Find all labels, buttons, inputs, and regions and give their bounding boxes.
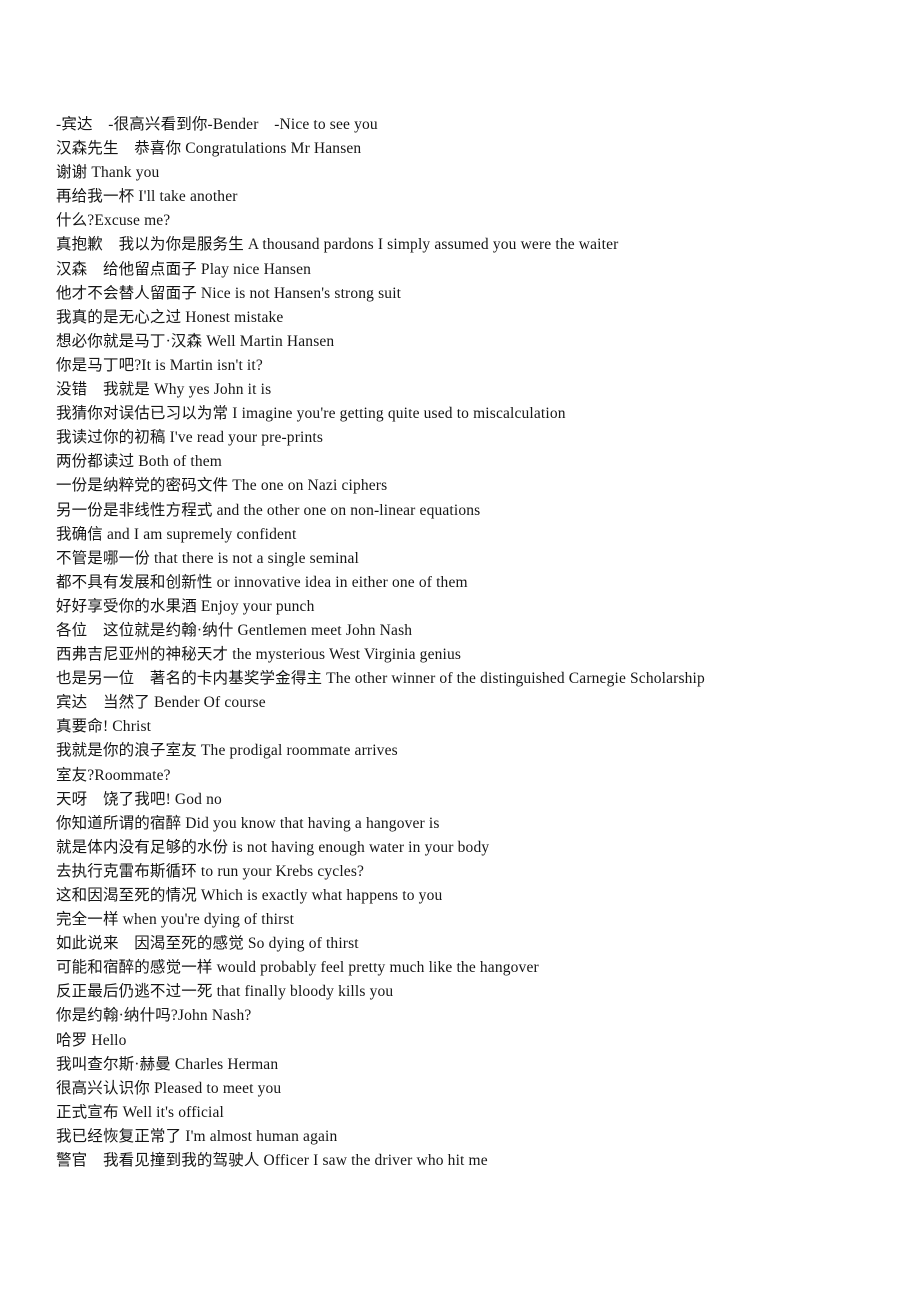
transcript-line: 就是体内没有足够的水份 is not having enough water i… bbox=[56, 838, 490, 856]
transcript-line: 我真的是无心之过 Honest mistake bbox=[56, 308, 284, 326]
transcript-line: 我确信 and I am supremely confident bbox=[56, 525, 297, 543]
transcript-line: 如此说来 因渴至死的感觉 So dying of thirst bbox=[56, 935, 359, 953]
transcript-line: 不管是哪一份 that there is not a single semina… bbox=[56, 549, 359, 567]
transcript-line: 他才不会替人留面子 Nice is not Hansen's strong su… bbox=[56, 284, 402, 302]
transcript-line: 我叫查尔斯·赫曼 Charles Herman bbox=[56, 1055, 279, 1073]
transcript-line: 室友?Roommate? bbox=[56, 766, 171, 784]
transcript-line: 警官 我看见撞到我的驾驶人 Officer I saw the driver w… bbox=[56, 1152, 488, 1170]
transcript-line: 都不具有发展和创新性 or innovative idea in either … bbox=[56, 573, 468, 591]
transcript-line: 可能和宿醉的感觉一样 would probably feel pretty mu… bbox=[56, 959, 539, 977]
transcript-line: 两份都读过 Both of them bbox=[56, 453, 222, 471]
transcript-line: 再给我一杯 I'll take another bbox=[56, 188, 238, 206]
transcript-line: 我猜你对误估已习以为常 I imagine you're getting qui… bbox=[56, 405, 566, 423]
transcript-line: 天呀 饶了我吧! God no bbox=[56, 790, 222, 808]
transcript-line: 你知道所谓的宿醉 Did you know that having a hang… bbox=[56, 814, 440, 832]
transcript-line: 真要命! Christ bbox=[56, 718, 152, 736]
transcript-line: 我已经恢复正常了 I'm almost human again bbox=[56, 1127, 338, 1145]
transcript-line: 反正最后仍逃不过一死 that finally bloody kills you bbox=[56, 983, 394, 1001]
transcript-line: 哈罗 Hello bbox=[56, 1031, 127, 1049]
transcript-line: -宾达 -很高兴看到你-Bender -Nice to see you bbox=[56, 116, 378, 133]
transcript-line: 各位 这位就是约翰·纳什 Gentlemen meet John Nash bbox=[56, 621, 413, 639]
transcript-line: 没错 我就是 Why yes John it is bbox=[56, 381, 272, 399]
transcript-line: 完全一样 when you're dying of thirst bbox=[56, 911, 295, 929]
transcript-body: -宾达 -很高兴看到你-Bender -Nice to see you 汉森先生 … bbox=[56, 113, 920, 1173]
transcript-line: 西弗吉尼亚州的神秘天才 the mysterious West Virginia… bbox=[56, 646, 462, 664]
transcript-line: 真抱歉 我以为你是服务生 A thousand pardons I simply… bbox=[56, 236, 619, 254]
transcript-line: 想必你就是马丁·汉森 Well Martin Hansen bbox=[56, 332, 335, 350]
transcript-line: 很高兴认识你 Pleased to meet you bbox=[56, 1079, 282, 1097]
transcript-line: 你是约翰·纳什吗?John Nash? bbox=[56, 1007, 252, 1025]
transcript-line: 也是另一位 著名的卡内基奖学金得主 The other winner of th… bbox=[56, 670, 705, 688]
transcript-line: 汉森 给他留点面子 Play nice Hansen bbox=[56, 260, 312, 278]
transcript-line: 谢谢 Thank you bbox=[56, 164, 160, 182]
transcript-line: 我读过你的初稿 I've read your pre-prints bbox=[56, 429, 324, 447]
transcript-line: 另一份是非线性方程式 and the other one on non-line… bbox=[56, 501, 481, 519]
transcript-line: 正式宣布 Well it's official bbox=[56, 1103, 224, 1121]
transcript-line: 这和因渴至死的情况 Which is exactly what happens … bbox=[56, 887, 443, 904]
document-page: -宾达 -很高兴看到你-Bender -Nice to see you 汉森先生 … bbox=[0, 0, 920, 1302]
transcript-line: 好好享受你的水果酒 Enjoy your punch bbox=[56, 597, 315, 615]
transcript-line: 你是马丁吧?It is Martin isn't it? bbox=[56, 356, 263, 374]
transcript-line: 宾达 当然了 Bender Of course bbox=[56, 694, 266, 712]
transcript-line: 什么?Excuse me? bbox=[56, 212, 171, 230]
transcript-line: 一份是纳粹党的密码文件 The one on Nazi ciphers bbox=[56, 477, 388, 495]
transcript-line: 我就是你的浪子室友 The prodigal roommate arrives bbox=[56, 742, 398, 760]
transcript-line: 去执行克雷布斯循环 to run your Krebs cycles? bbox=[56, 862, 365, 880]
transcript-line: 汉森先生 恭喜你 Congratulations Mr Hansen bbox=[56, 140, 362, 158]
